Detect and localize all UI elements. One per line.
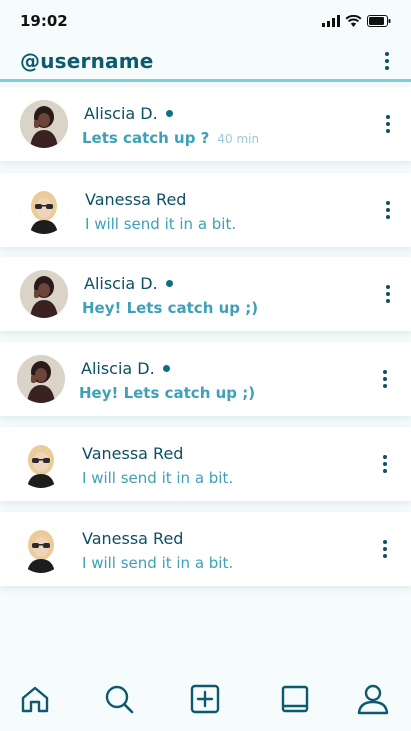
- status-icons: [322, 15, 391, 27]
- dot: [385, 58, 389, 63]
- chat-message-line: I will send it in a bit.: [82, 554, 233, 572]
- chat-message-line: Lets catch up ? 40 min: [82, 129, 259, 147]
- dot: [386, 292, 390, 296]
- nav-library-button[interactable]: [278, 682, 312, 716]
- chat-message: I will send it in a bit.: [82, 469, 234, 487]
- chat-item[interactable]: Aliscia D. Lets catch up ? 40 min: [0, 87, 411, 161]
- dot: [386, 129, 390, 133]
- dot: [383, 384, 387, 388]
- app-header: @username: [0, 42, 411, 82]
- chat-name-line: Vanessa Red: [82, 444, 183, 463]
- chat-name: Aliscia D.: [81, 359, 155, 378]
- dot: [383, 377, 387, 381]
- dot: [383, 547, 387, 551]
- chat-message-line: Hey! Lets catch up ;): [82, 299, 258, 317]
- chat-options-button[interactable]: [379, 452, 391, 476]
- dot: [383, 469, 387, 473]
- chat-message: Hey! Lets catch up ;): [79, 384, 256, 402]
- dot: [385, 51, 389, 56]
- chat-item[interactable]: Vanessa Red I will send it in a bit.: [0, 512, 411, 586]
- home-icon: [21, 686, 49, 713]
- chat-name-line: Vanessa Red: [85, 190, 186, 209]
- dot: [386, 285, 390, 289]
- person-dark-hair-avatar-icon: [20, 270, 68, 318]
- signal-icon: [322, 15, 340, 27]
- chat-message: Lets catch up ?: [82, 129, 210, 147]
- chat-message: I will send it in a bit.: [82, 554, 234, 572]
- online-indicator: [162, 365, 170, 372]
- dot: [383, 455, 387, 459]
- search-icon: [105, 685, 134, 714]
- chat-name: Aliscia D.: [84, 274, 158, 293]
- chat-message: Hey! Lets catch up ;): [82, 299, 259, 317]
- chat-item[interactable]: Aliscia D. Hey! Lets catch up ;): [0, 342, 411, 416]
- avatar: [17, 525, 65, 573]
- dot: [383, 554, 387, 558]
- add-square-icon: [190, 684, 220, 714]
- chat-item[interactable]: Vanessa Red I will send it in a bit.: [0, 427, 411, 501]
- chat-name-line: Aliscia D.: [81, 359, 170, 378]
- dot: [385, 65, 389, 70]
- dot: [386, 122, 390, 126]
- status-bar: 19:02: [0, 0, 411, 42]
- chat-message-line: I will send it in a bit.: [85, 215, 236, 233]
- chat-options-button[interactable]: [382, 112, 394, 136]
- dot: [383, 370, 387, 374]
- chat-name: Aliscia D.: [84, 104, 158, 123]
- dot: [386, 115, 390, 119]
- chat-item[interactable]: Aliscia D. Hey! Lets catch up ;): [0, 257, 411, 331]
- avatar: [17, 355, 65, 403]
- chat-message-line: I will send it in a bit.: [82, 469, 233, 487]
- chat-time: 40 min: [217, 132, 260, 146]
- avatar: [17, 440, 65, 488]
- chat-name-line: Vanessa Red: [82, 529, 183, 548]
- avatar: [20, 186, 68, 234]
- dot: [386, 299, 390, 303]
- person-blonde-sunglasses-avatar-icon: [17, 525, 65, 573]
- nav-add-button[interactable]: [188, 682, 222, 716]
- book-icon: [281, 685, 309, 713]
- nav-home-button[interactable]: [18, 682, 52, 716]
- wifi-icon: [345, 15, 362, 27]
- chat-options-button[interactable]: [379, 367, 391, 391]
- online-indicator: [165, 280, 173, 287]
- dot: [386, 215, 390, 219]
- chat-name: Vanessa Red: [82, 529, 184, 548]
- dot: [383, 540, 387, 544]
- chat-name-line: Aliscia D.: [84, 104, 173, 123]
- chat-message: I will send it in a bit.: [85, 215, 237, 233]
- person-dark-hair-avatar-icon: [20, 100, 68, 148]
- avatar: [20, 270, 68, 318]
- avatar: [20, 100, 68, 148]
- chat-name-line: Aliscia D.: [84, 274, 173, 293]
- chat-options-button[interactable]: [379, 537, 391, 561]
- more-options-button[interactable]: [381, 49, 393, 73]
- chat-options-button[interactable]: [382, 198, 394, 222]
- battery-icon: [367, 15, 391, 27]
- chat-name: Vanessa Red: [85, 190, 187, 209]
- chat-message-line: Hey! Lets catch up ;): [79, 384, 255, 402]
- dot: [386, 201, 390, 205]
- online-indicator: [165, 110, 173, 117]
- bottom-nav: [0, 668, 411, 731]
- page-title: @username: [20, 48, 154, 73]
- nav-search-button[interactable]: [102, 682, 136, 716]
- nav-profile-button[interactable]: [356, 682, 390, 716]
- person-blonde-sunglasses-avatar-icon: [17, 440, 65, 488]
- chat-item[interactable]: Vanessa Red I will send it in a bit.: [0, 173, 411, 247]
- person-dark-hair-avatar-icon: [17, 355, 65, 403]
- status-time: 19:02: [20, 12, 68, 30]
- profile-icon: [357, 684, 389, 715]
- dot: [383, 462, 387, 466]
- chat-options-button[interactable]: [382, 282, 394, 306]
- chat-name: Vanessa Red: [82, 444, 184, 463]
- dot: [386, 208, 390, 212]
- person-blonde-sunglasses-avatar-icon: [20, 186, 68, 234]
